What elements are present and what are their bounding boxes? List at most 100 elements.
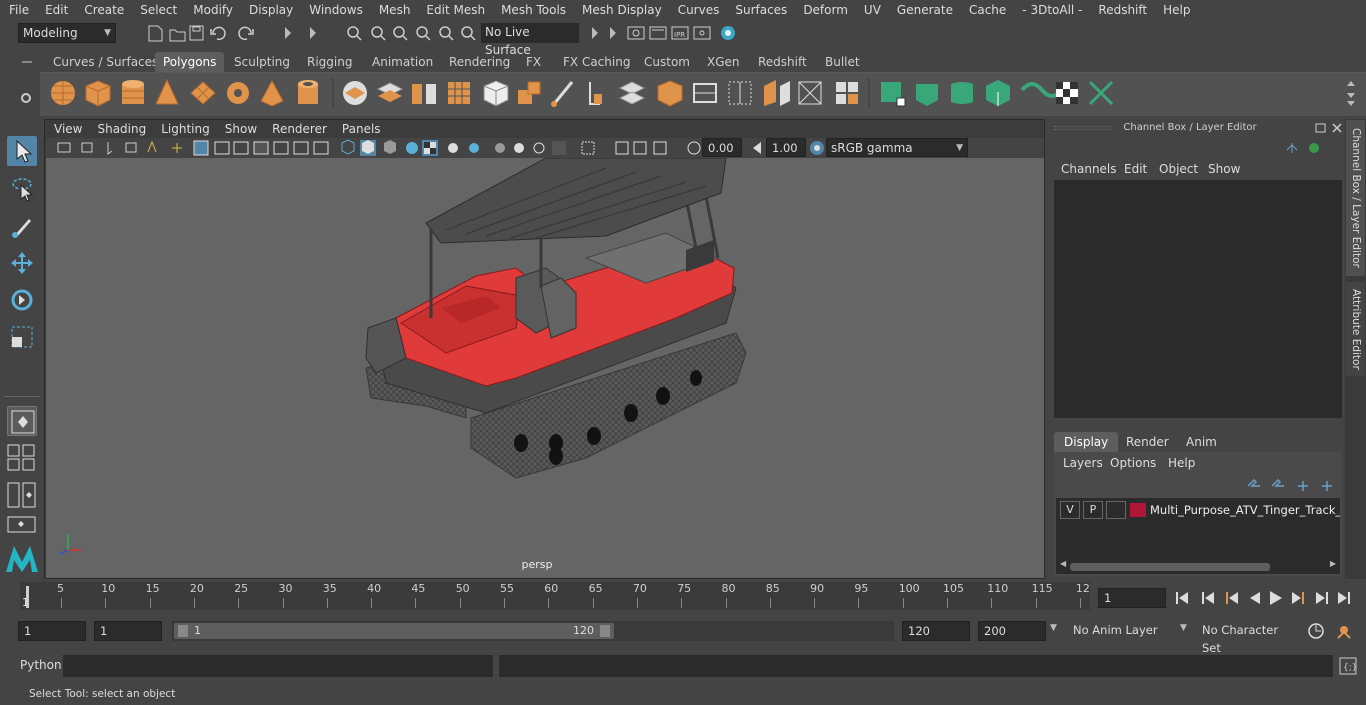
current-time-indicator[interactable] <box>26 586 29 608</box>
layer-row[interactable]: V P Multi_Purpose_ATV_Tinger_Track_Red <box>1060 501 1340 519</box>
menu-mesh-display[interactable]: Mesh Display <box>573 0 669 20</box>
layer-playback-toggle[interactable]: P <box>1083 501 1103 519</box>
side-tab-channel-box[interactable]: Channel Box / Layer Editor <box>1346 120 1365 276</box>
cb-menu-show[interactable]: Show <box>1208 162 1240 176</box>
menu-mesh-tools[interactable]: Mesh Tools <box>492 0 573 20</box>
menu-surfaces[interactable]: Surfaces <box>726 0 794 20</box>
menu-cache[interactable]: Cache <box>960 0 1013 20</box>
range-slider-handle-left[interactable] <box>178 625 188 637</box>
layer-color-swatch[interactable] <box>1130 503 1146 517</box>
tab-curves-surfaces[interactable]: Curves / Surfaces <box>45 52 166 72</box>
menu-display[interactable]: Display <box>240 0 300 20</box>
layer-menu-help[interactable]: Help <box>1168 456 1195 470</box>
shelf-settings-icon[interactable] <box>18 90 34 109</box>
cb-menu-edit[interactable]: Edit <box>1124 162 1147 176</box>
scroll-left-icon[interactable]: ◀ <box>1060 559 1066 568</box>
layer-menu-options[interactable]: Options <box>1110 456 1156 470</box>
channel-box-axis-icons[interactable] <box>1284 140 1324 156</box>
tab-custom[interactable]: Custom <box>636 52 698 72</box>
menu-uv[interactable]: UV <box>855 0 888 20</box>
menu-3dtoall[interactable]: - 3DtoAll - <box>1013 0 1089 20</box>
panel-float-close-icons[interactable] <box>1314 121 1344 135</box>
tab-fx[interactable]: FX <box>518 52 549 72</box>
menu-curves[interactable]: Curves <box>669 0 727 20</box>
tab-bullet[interactable]: Bullet <box>817 52 868 72</box>
four-view-layout-icon[interactable] <box>7 444 37 475</box>
character-set-selector[interactable]: No Character Set <box>1197 621 1301 655</box>
script-editor-icon[interactable]: {;} <box>1338 656 1358 676</box>
tab-fx-caching[interactable]: FX Caching <box>555 52 638 72</box>
anim-layer-selector[interactable]: No Anim Layer <box>1068 621 1168 641</box>
tab-redshift[interactable]: Redshift <box>750 52 815 72</box>
gamma-field[interactable]: 1.00 <box>766 138 806 157</box>
tab-rendering[interactable]: Rendering <box>441 52 518 72</box>
scale-tool-icon[interactable] <box>7 322 37 352</box>
3d-viewport[interactable] <box>46 158 1044 578</box>
chevron-down-icon[interactable]: ▼ <box>1180 623 1187 633</box>
menu-select[interactable]: Select <box>131 0 184 20</box>
layer-action-icons[interactable] <box>1244 476 1336 492</box>
tab-rigging[interactable]: Rigging <box>299 52 360 72</box>
layer-name[interactable]: Multi_Purpose_ATV_Tinger_Track_Red <box>1150 503 1340 517</box>
tab-animation[interactable]: Animation <box>364 52 441 72</box>
menu-edit[interactable]: Edit <box>36 0 75 20</box>
live-surface-field[interactable]: No Live Surface <box>481 23 579 57</box>
playback-controls[interactable] <box>1172 588 1362 608</box>
cb-menu-object[interactable]: Object <box>1159 162 1198 176</box>
menu-windows[interactable]: Windows <box>300 0 370 20</box>
start-time-field[interactable]: 1 <box>18 621 86 641</box>
command-language-label[interactable]: Python <box>20 658 62 672</box>
outliner-layout-icon[interactable] <box>7 516 37 537</box>
panel-toolbar-icons[interactable] <box>54 138 734 158</box>
range-slider-handle-right[interactable] <box>600 625 610 637</box>
paint-select-tool-icon[interactable] <box>7 211 37 241</box>
move-tool-icon[interactable] <box>7 248 37 278</box>
playback-end-field[interactable]: 120 <box>902 621 970 641</box>
layer-menu-layers[interactable]: Layers <box>1063 456 1103 470</box>
panel-menu-view[interactable]: View <box>54 122 82 136</box>
color-management-icon[interactable] <box>808 138 826 158</box>
rotate-tool-icon[interactable] <box>7 285 37 315</box>
shelf-menu-icon[interactable] <box>18 56 34 75</box>
panel-menu-shading[interactable]: Shading <box>97 122 146 136</box>
menu-modify[interactable]: Modify <box>184 0 240 20</box>
panel-menu-lighting[interactable]: Lighting <box>161 122 210 136</box>
tab-display[interactable]: Display <box>1054 432 1119 452</box>
scroll-right-icon[interactable]: ▶ <box>1330 559 1336 568</box>
tab-xgen[interactable]: XGen <box>699 52 748 72</box>
tab-render[interactable]: Render <box>1116 432 1179 452</box>
tab-anim[interactable]: Anim <box>1176 432 1227 452</box>
lasso-tool-icon[interactable] <box>7 174 37 204</box>
menu-deform[interactable]: Deform <box>794 0 855 20</box>
channel-box-area[interactable] <box>1054 180 1342 418</box>
menu-help[interactable]: Help <box>1154 0 1197 20</box>
animation-pref-icons[interactable] <box>1306 621 1362 641</box>
menu-edit-mesh[interactable]: Edit Mesh <box>417 0 492 20</box>
menu-mesh[interactable]: Mesh <box>370 0 418 20</box>
panel-menu-renderer[interactable]: Renderer <box>272 122 327 136</box>
tab-sculpting[interactable]: Sculpting <box>226 52 298 72</box>
playback-start-field[interactable]: 1 <box>94 621 162 641</box>
chevron-down-icon[interactable]: ▼ <box>1050 623 1057 633</box>
layer-reference-toggle[interactable] <box>1106 501 1126 519</box>
tab-polygons[interactable]: Polygons <box>155 52 225 72</box>
color-space-selector[interactable]: sRGB gamma ▼ <box>826 138 968 157</box>
cb-menu-channels[interactable]: Channels <box>1061 162 1117 176</box>
side-tab-attribute-editor[interactable]: Attribute Editor <box>1346 282 1365 376</box>
panel-menu-panels[interactable]: Panels <box>342 122 381 136</box>
mode-selector[interactable]: Modeling ▼ <box>18 23 116 43</box>
exposure-field[interactable]: 0.00 <box>702 138 742 157</box>
menu-redshift[interactable]: Redshift <box>1089 0 1154 20</box>
menu-file[interactable]: File <box>0 0 36 20</box>
two-view-layout-icon[interactable] <box>7 482 37 513</box>
panel-menu-show[interactable]: Show <box>225 122 257 136</box>
layer-scrollbar[interactable]: ◀ ▶ <box>1058 559 1338 573</box>
current-frame-field[interactable]: 1 <box>1098 588 1166 608</box>
layer-visibility-toggle[interactable]: V <box>1060 501 1080 519</box>
layer-scrollbar-thumb[interactable] <box>1070 563 1270 571</box>
single-view-layout-icon[interactable] <box>7 406 37 436</box>
end-time-field[interactable]: 200 <box>978 621 1046 641</box>
menu-generate[interactable]: Generate <box>888 0 960 20</box>
range-slider-bar[interactable]: 1 120 <box>174 623 614 639</box>
command-input[interactable] <box>63 655 493 677</box>
